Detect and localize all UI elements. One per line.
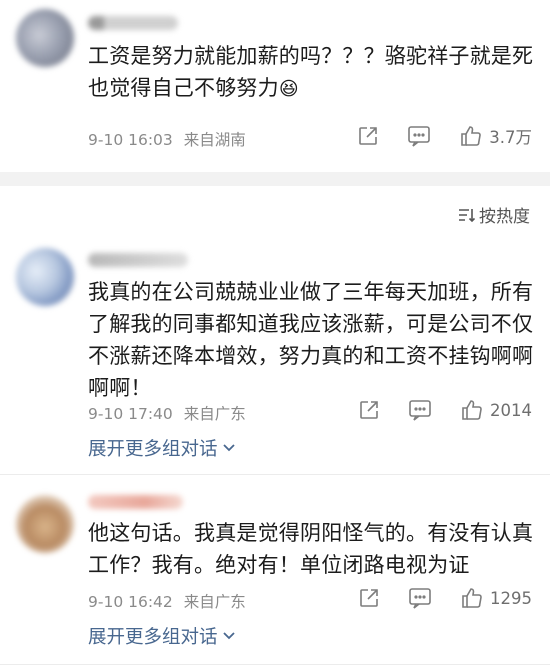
avatar[interactable] [16, 495, 74, 553]
comment-date: 9-10 17:40 [88, 405, 173, 423]
share-icon [360, 401, 378, 419]
sort-icon [459, 208, 475, 222]
comment-meta: 9-10 17:40 来自广东 [88, 402, 246, 424]
expand-conversation-link[interactable]: 展开更多组对话 [88, 623, 236, 649]
expand-conversation-link[interactable]: 展开更多组对话 [88, 435, 236, 461]
chevron-down-icon [222, 444, 235, 452]
comment-meta: 9-10 16:42 来自广东 [88, 590, 246, 612]
comment-actions: 2014 [358, 398, 532, 422]
comment-text: 我真的在公司兢兢业业做了三年每天加班，所有了解我的同事都知道我应该涨薪，可是公司… [88, 280, 534, 400]
comment-icon [408, 126, 431, 147]
share-button[interactable] [358, 399, 380, 421]
divider [0, 664, 550, 665]
divider [0, 474, 550, 475]
section-divider [0, 172, 550, 186]
thumbs-up-icon [461, 126, 482, 146]
thumbs-up-icon [462, 588, 482, 608]
share-button[interactable] [357, 125, 379, 147]
comment-date: 9-10 16:42 [88, 593, 173, 611]
like-button[interactable]: 2014 [460, 398, 532, 422]
expand-label: 展开更多组对话 [88, 627, 218, 648]
chevron-down-icon [222, 632, 235, 640]
grinning-emoji-icon: 😆 [278, 78, 299, 100]
comment-text: 工资是努力就能加薪的吗？？？骆驼祥子就是死也觉得自己不够努力😆 [88, 44, 534, 100]
like-count: 3.7万 [489, 128, 532, 147]
comment-actions: 3.7万 [357, 124, 532, 148]
reply-button[interactable] [408, 587, 432, 609]
avatar[interactable] [16, 9, 74, 67]
comment-source: 来自广东 [183, 593, 246, 611]
like-button[interactable]: 3.7万 [459, 124, 532, 148]
reply-button[interactable] [407, 125, 431, 147]
expand-label: 展开更多组对话 [88, 439, 218, 460]
reply-button[interactable] [408, 399, 432, 421]
comment-icon [409, 400, 431, 421]
sort-label: 按热度 [479, 207, 530, 227]
comment-source: 来自湖南 [183, 131, 246, 149]
comment-date: 9-10 16:03 [88, 131, 173, 149]
username[interactable] [88, 16, 178, 30]
comment-source: 来自广东 [183, 405, 246, 423]
comment-text: 他这句话。我真是觉得阴阳怪气的。有没有认真工作？我有。绝对有！单位闭路电视为证 [88, 521, 534, 577]
like-button[interactable]: 1295 [460, 586, 532, 610]
share-button[interactable] [358, 587, 380, 609]
username[interactable] [88, 495, 183, 509]
comment-actions: 1295 [358, 586, 532, 610]
like-count: 1295 [490, 588, 532, 608]
share-icon [359, 127, 378, 145]
username[interactable] [88, 253, 188, 267]
thumbs-up-icon [462, 400, 482, 420]
share-icon [360, 589, 378, 607]
avatar[interactable] [16, 248, 74, 306]
sort-button[interactable]: 按热度 [457, 202, 530, 227]
comment-icon [409, 588, 431, 609]
like-count: 2014 [490, 400, 532, 420]
comment-meta: 9-10 16:03 来自湖南 [88, 128, 246, 150]
